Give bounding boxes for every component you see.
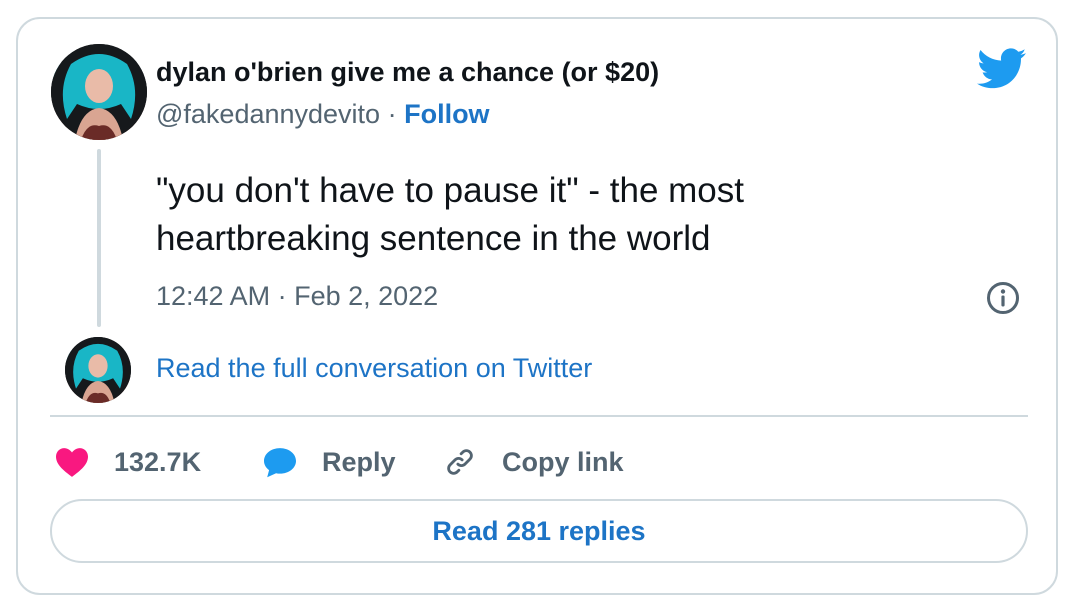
separator-dot: · [387,99,405,129]
divider [50,415,1028,417]
like-button[interactable]: 132.7K [54,443,201,481]
tweet-text: "you don't have to pause it" - the most … [156,171,744,258]
author-handle[interactable]: @fakedannydevito [156,99,380,129]
author-avatar[interactable] [51,44,147,140]
like-count: 132.7K [114,446,202,477]
author-display-name[interactable]: dylan o'brien give me a chance (or $20) [156,57,659,88]
link-icon [447,449,473,475]
follow-link[interactable]: Follow [404,99,489,129]
info-icon[interactable] [986,281,1020,315]
read-full-conversation-link[interactable]: Read the full conversation on Twitter [156,353,592,384]
copy-link-button[interactable]: Copy link [442,443,624,481]
reply-bubble-icon [264,448,296,478]
read-replies-label: Read 281 replies [432,515,646,546]
thread-connector-line [97,149,101,327]
embedded-tweet-card: dylan o'brien give me a chance (or $20) … [16,17,1058,595]
twitter-bird-icon[interactable] [977,48,1027,90]
heart-icon [56,448,88,477]
author-handle-row: @fakedannydevito · Follow [156,99,490,130]
read-replies-button[interactable]: Read 281 replies [50,499,1028,563]
reply-button[interactable]: Reply [262,443,396,481]
tweet-timestamp[interactable]: 12:42 AM · Feb 2, 2022 [156,281,438,312]
copy-link-label: Copy link [502,446,624,477]
reply-label: Reply [322,446,396,477]
author-avatar-small[interactable] [65,337,131,403]
